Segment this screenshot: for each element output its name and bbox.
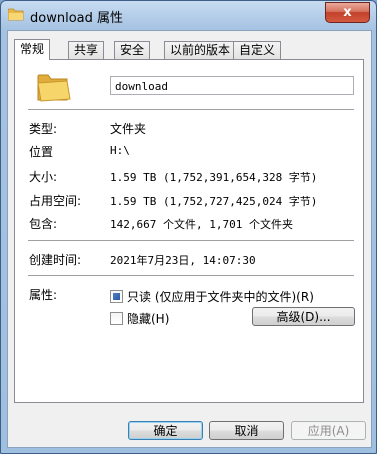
size-label: 大小: xyxy=(29,170,58,184)
hidden-checkbox[interactable] xyxy=(110,312,123,325)
general-panel: download 类型: 文件夹 位置 H:\ 大小: 1.59 TB (1,7… xyxy=(14,59,364,403)
created-value: 2021年7月23日, 14:07:30 xyxy=(110,254,256,267)
separator xyxy=(28,109,354,110)
contains-label: 包含: xyxy=(29,217,58,231)
hidden-checkbox-row[interactable]: 隐藏(H) xyxy=(110,310,169,327)
readonly-checkbox-row[interactable]: 只读 (仅应用于文件夹中的文件)(R) xyxy=(110,288,314,305)
size-value: 1.59 TB (1,752,391,654,328 字节) xyxy=(110,171,318,184)
separator xyxy=(28,275,354,276)
type-value: 文件夹 xyxy=(110,122,147,136)
folder-name-input[interactable]: download xyxy=(110,76,354,95)
tab-customize[interactable]: 自定义 xyxy=(233,41,282,59)
readonly-label: 只读 (仅应用于文件夹中的文件)(R) xyxy=(127,290,314,304)
separator xyxy=(28,240,354,241)
readonly-checkbox[interactable] xyxy=(110,290,123,303)
close-button[interactable]: x xyxy=(325,2,370,23)
folder-icon xyxy=(8,8,24,21)
attributes-label: 属性: xyxy=(29,288,58,302)
large-folder-icon xyxy=(37,74,71,102)
cancel-button[interactable]: 取消 xyxy=(209,421,284,440)
disk-size-label: 占用空间: xyxy=(29,194,82,208)
close-icon: x xyxy=(343,5,352,20)
window-title: download 属性 xyxy=(30,11,123,26)
dialog-client: 常规 共享 安全 以前的版本 自定义 download 类型: 文件夹 位置 H… xyxy=(7,30,372,448)
contains-value: 142,667 个文件, 1,701 个文件夹 xyxy=(110,218,293,231)
title-bar[interactable]: download 属性 x xyxy=(1,1,376,31)
disk-size-value: 1.59 TB (1,752,727,425,024 字节) xyxy=(110,195,318,208)
hidden-label: 隐藏(H) xyxy=(127,312,170,326)
location-label: 位置 xyxy=(29,145,54,159)
advanced-button[interactable]: 高级(D)... xyxy=(252,307,355,326)
location-value: H:\ xyxy=(110,144,130,157)
tab-previous-versions[interactable]: 以前的版本 xyxy=(164,41,237,59)
properties-window: download 属性 x 常规 共享 安全 以前的版本 自定义 downloa… xyxy=(0,0,377,454)
apply-button[interactable]: 应用(A) xyxy=(291,421,366,440)
tab-general[interactable]: 常规 xyxy=(14,39,51,60)
tab-security[interactable]: 安全 xyxy=(114,41,151,59)
ok-button[interactable]: 确定 xyxy=(128,421,203,440)
type-label: 类型: xyxy=(29,122,58,136)
tab-sharing[interactable]: 共享 xyxy=(68,41,105,59)
created-label: 创建时间: xyxy=(29,253,82,267)
